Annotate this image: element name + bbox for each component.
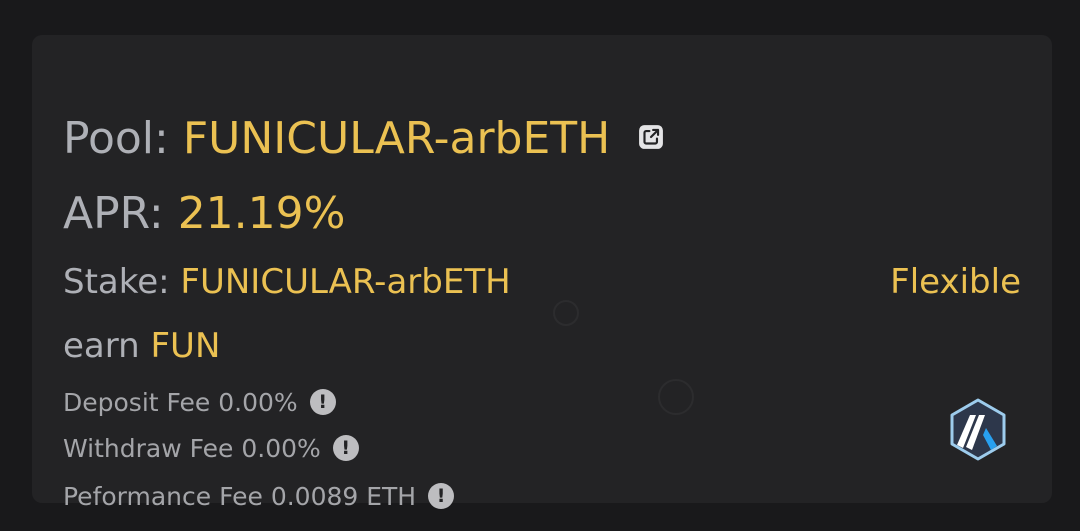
stake-label: Stake: [63,262,170,302]
pool-name-link[interactable]: FUNICULAR-arbETH [183,113,610,164]
stake-mode-badge: Flexible [890,262,1021,302]
info-icon[interactable]: ! [428,483,455,509]
apr-value: 21.19% [177,188,346,239]
withdraw-fee-text: Withdraw Fee 0.00% [63,434,321,463]
pool-label: Pool: [63,113,169,164]
stake-token: FUNICULAR-arbETH [180,262,511,302]
info-icon[interactable]: ! [332,435,359,461]
apr-label: APR: [63,188,164,239]
earn-label: earn [63,326,140,366]
decorative-ring [658,379,694,415]
pool-row: Pool: FUNICULAR-arbETH [63,117,664,161]
info-icon[interactable]: ! [309,389,336,415]
earn-row: earn FUN [63,329,220,363]
arbitrum-logo-icon [950,398,1006,461]
decorative-ring [553,300,579,326]
apr-row: APR: 21.19% [63,192,345,236]
pool-card: Pool: FUNICULAR-arbETH APR: 21.19% Stake… [32,35,1052,509]
stake-row: Stake: FUNICULAR-arbETH [63,265,511,299]
deposit-fee-text: Deposit Fee 0.00% [63,388,298,417]
withdraw-fee-row: Withdraw Fee 0.00%! [63,435,359,461]
deposit-fee-row: Deposit Fee 0.00%! [63,389,336,415]
earn-token: FUN [150,326,221,366]
performance-fee-text: Peformance Fee 0.0089 ETH [63,482,417,511]
external-link-icon[interactable] [638,124,664,150]
performance-fee-row: Peformance Fee 0.0089 ETH! [63,482,455,511]
